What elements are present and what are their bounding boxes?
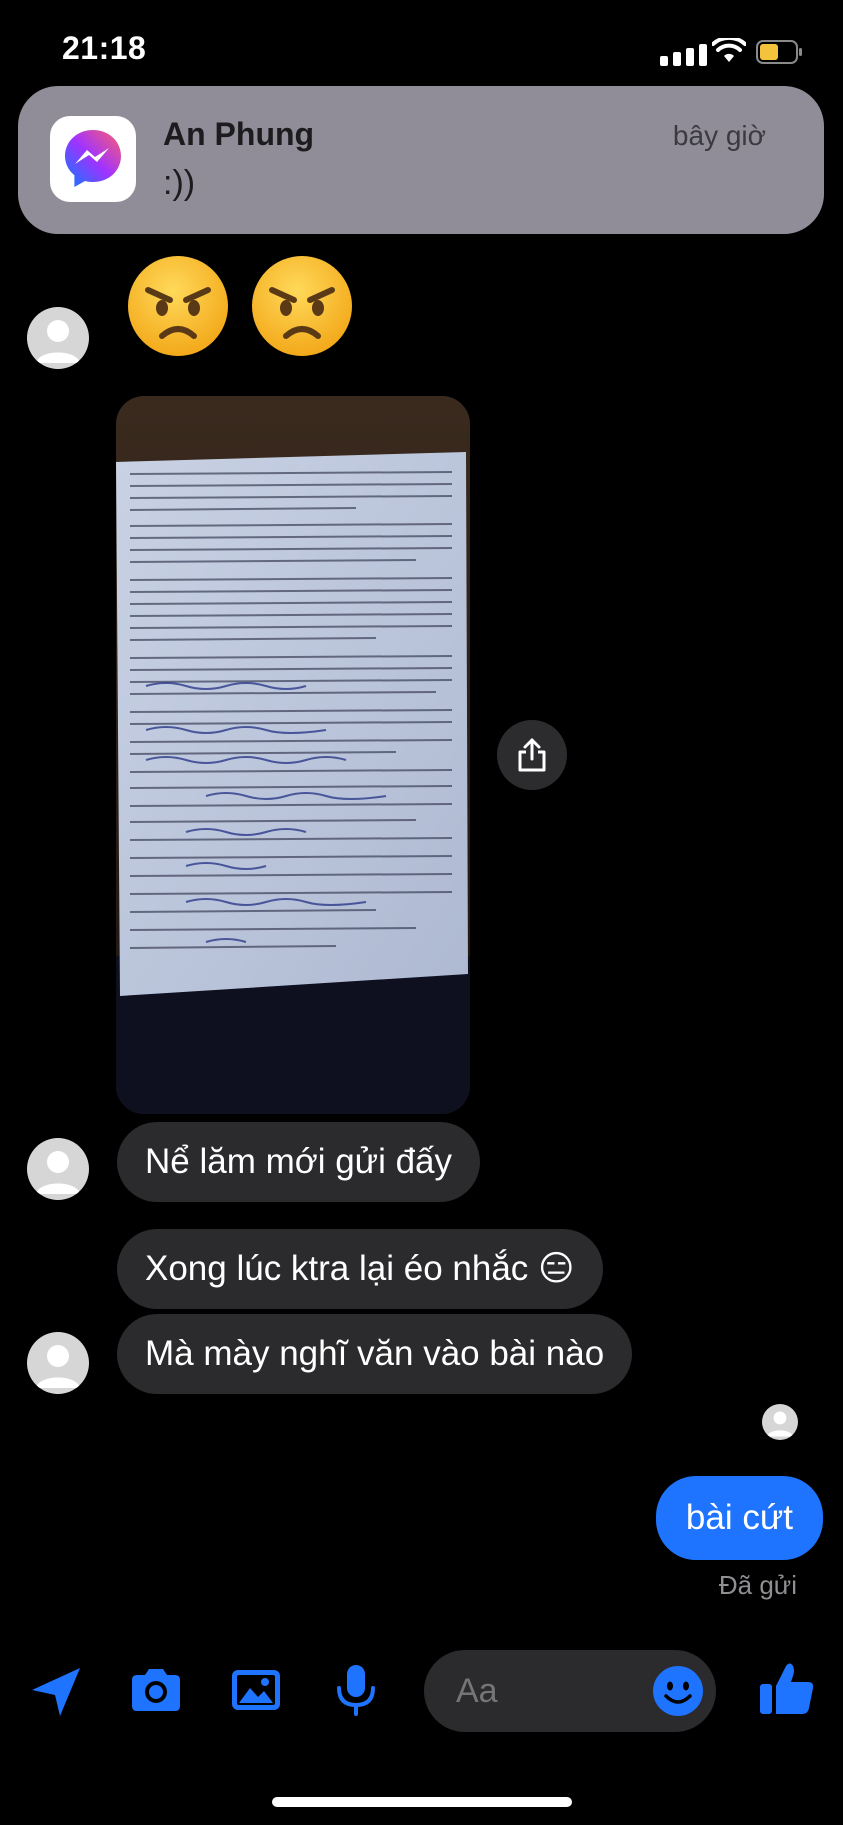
- message-input[interactable]: [456, 1650, 636, 1732]
- notification-sender: An Phung: [163, 116, 315, 152]
- angry-face-emoji: [124, 252, 232, 360]
- sent-status: Đã gửi: [718, 1570, 797, 1600]
- read-receipt-avatar: [762, 1404, 798, 1440]
- status-time: 21:18: [62, 30, 147, 66]
- gallery-icon[interactable]: [228, 1662, 284, 1718]
- contact-avatar[interactable]: [27, 1138, 89, 1200]
- microphone-icon[interactable]: [328, 1662, 384, 1718]
- angry-face-emoji: [248, 252, 356, 360]
- incoming-message-bubble[interactable]: Xong lúc ktra lại éo nhắc 😑: [117, 1229, 603, 1309]
- smiley-icon[interactable]: [651, 1664, 705, 1718]
- contact-avatar[interactable]: [27, 1332, 89, 1394]
- battery-icon: [756, 40, 804, 64]
- photo-attachment[interactable]: [116, 396, 470, 1114]
- cellular-signal-icon: [660, 44, 707, 66]
- notification-message: :)): [163, 164, 196, 202]
- incoming-message-bubble[interactable]: Mà mày nghĩ văn vào bài nào: [117, 1314, 633, 1394]
- notification-banner[interactable]: An Phung :)) bây giờ: [18, 86, 824, 234]
- thumbs-up-icon[interactable]: [756, 1658, 816, 1718]
- share-icon: [518, 738, 546, 772]
- outgoing-message-bubble[interactable]: bài cứt: [655, 1476, 823, 1560]
- share-button[interactable]: [497, 720, 567, 790]
- home-indicator: [272, 1797, 572, 1807]
- messenger-icon: [50, 116, 136, 202]
- send-location-icon[interactable]: [28, 1664, 84, 1720]
- camera-icon[interactable]: [128, 1662, 184, 1718]
- incoming-message-bubble[interactable]: Nể lăm mới gửi đấy: [117, 1122, 481, 1202]
- wifi-icon: [711, 35, 747, 69]
- message-composer[interactable]: [424, 1650, 716, 1732]
- contact-avatar[interactable]: [27, 307, 89, 369]
- notification-time: bây giờ: [672, 120, 766, 151]
